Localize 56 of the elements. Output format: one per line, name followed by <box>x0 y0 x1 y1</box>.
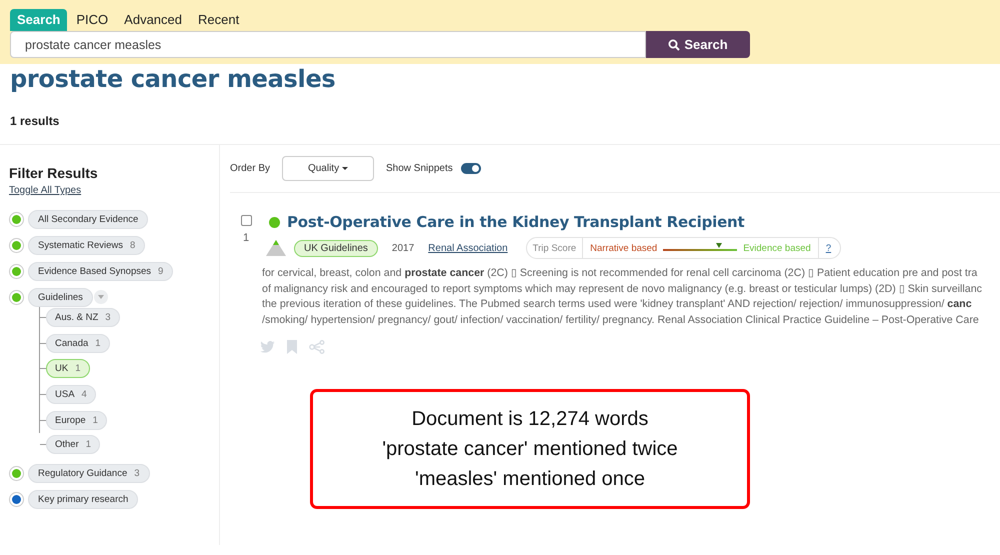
filter-chip[interactable]: UK 1 <box>46 359 90 378</box>
filter-chip[interactable]: Regulatory Guidance 3 <box>28 464 150 484</box>
filter-chip[interactable]: Aus. & NZ 3 <box>46 308 120 328</box>
search-tab[interactable]: Advanced <box>117 9 189 31</box>
filter-chip[interactable]: All Secondary Evidence <box>28 210 148 228</box>
filter-chip[interactable]: Other 1 <box>46 435 100 454</box>
snippets-label: Show Snippets <box>386 163 453 174</box>
caret-icon <box>342 167 348 170</box>
result-number: 1 <box>242 232 250 244</box>
narrative-label: Narrative based <box>590 242 658 254</box>
bird-icon[interactable] <box>260 341 275 354</box>
result-year: 2017 <box>392 242 414 254</box>
callout-text: 'prostate cancer' mentioned twice <box>382 437 678 462</box>
snippet-line: of malignancy risk and encouraged to report symptoms which may represent de novo malignancy (e.g. breast or testicular lumps) (2D) ▯ Skin surveillanc <box>262 282 982 297</box>
guideline-tag: UK Guidelines <box>294 240 378 256</box>
order-label: Order By <box>230 163 270 174</box>
filter-chip[interactable]: USA 4 <box>46 385 96 404</box>
snippet-line: for cervical, breast, colon and prostate cancer (2C) ▯ Screening is not recommended for renal cell carcinoma (2C) ▯ Patient education pre and post tra <box>262 266 978 281</box>
callout-text: 'measles' mentioned once <box>415 467 645 492</box>
snippet-line: the previous iteration of these guidelines. The Pubmed search terms used were 'kidney transplant' AND rejection/ rejection/ immunosuppression/ canc <box>262 297 972 312</box>
result-checkbox[interactable] <box>240 215 252 226</box>
toggle-link[interactable]: Toggle All Types <box>9 185 82 196</box>
result-count: 1 results <box>0 93 1000 145</box>
filter-chip[interactable]: Guidelines <box>28 288 93 306</box>
filter-dot[interactable] <box>9 492 24 508</box>
caret-icon <box>96 294 105 300</box>
filter-title: Filter Results <box>9 165 99 181</box>
bookmark-icon[interactable] <box>287 340 297 354</box>
snippet-line: /smoking/ hypertension/ pregnancy/ gout/ infection/ vaccination/ fertility/ pregnancy. Renal Association Clinical Practice Guideline – Post-Operative Care <box>262 312 979 328</box>
result-title-link[interactable]: Post-Operative Care in the Kidney Transplant Recipient <box>287 213 744 231</box>
expand-toggle[interactable] <box>94 290 108 304</box>
search-tab[interactable]: Recent <box>191 9 246 31</box>
filter-chip[interactable]: Evidence Based Synopses 9 <box>28 262 174 280</box>
evidence-label: Evidence based <box>743 242 811 254</box>
pyramid-icon <box>266 240 286 256</box>
callout-text: Document is 12,274 words <box>412 407 648 432</box>
search-button[interactable]: Search <box>646 31 750 58</box>
share-icon[interactable] <box>309 340 325 354</box>
search-tab[interactable]: PICO <box>69 9 116 31</box>
search-heading: prostate cancer measles <box>9 64 336 93</box>
search-field[interactable]: prostate cancer measles <box>10 31 646 58</box>
filter-chip[interactable]: Key primary research <box>28 490 138 510</box>
filter-chip[interactable]: Europe 1 <box>46 410 107 430</box>
filter-chip[interactable]: Systematic Reviews 8 <box>28 236 146 254</box>
filter-dot[interactable] <box>9 466 24 482</box>
filter-dot[interactable] <box>9 238 24 252</box>
publisher-link[interactable]: Renal Association <box>428 242 508 254</box>
filter-dot[interactable] <box>9 290 24 304</box>
filter-chip[interactable]: Canada 1 <box>46 334 110 353</box>
help-link[interactable]: ? <box>818 242 840 254</box>
snippets-toggle[interactable] <box>460 163 481 174</box>
filter-dot[interactable] <box>9 264 24 278</box>
filter-dot[interactable] <box>9 212 24 226</box>
order-dropdown[interactable]: Quality <box>282 156 374 181</box>
trip-score-label: Trip Score <box>526 238 584 258</box>
search-icon <box>668 38 680 50</box>
